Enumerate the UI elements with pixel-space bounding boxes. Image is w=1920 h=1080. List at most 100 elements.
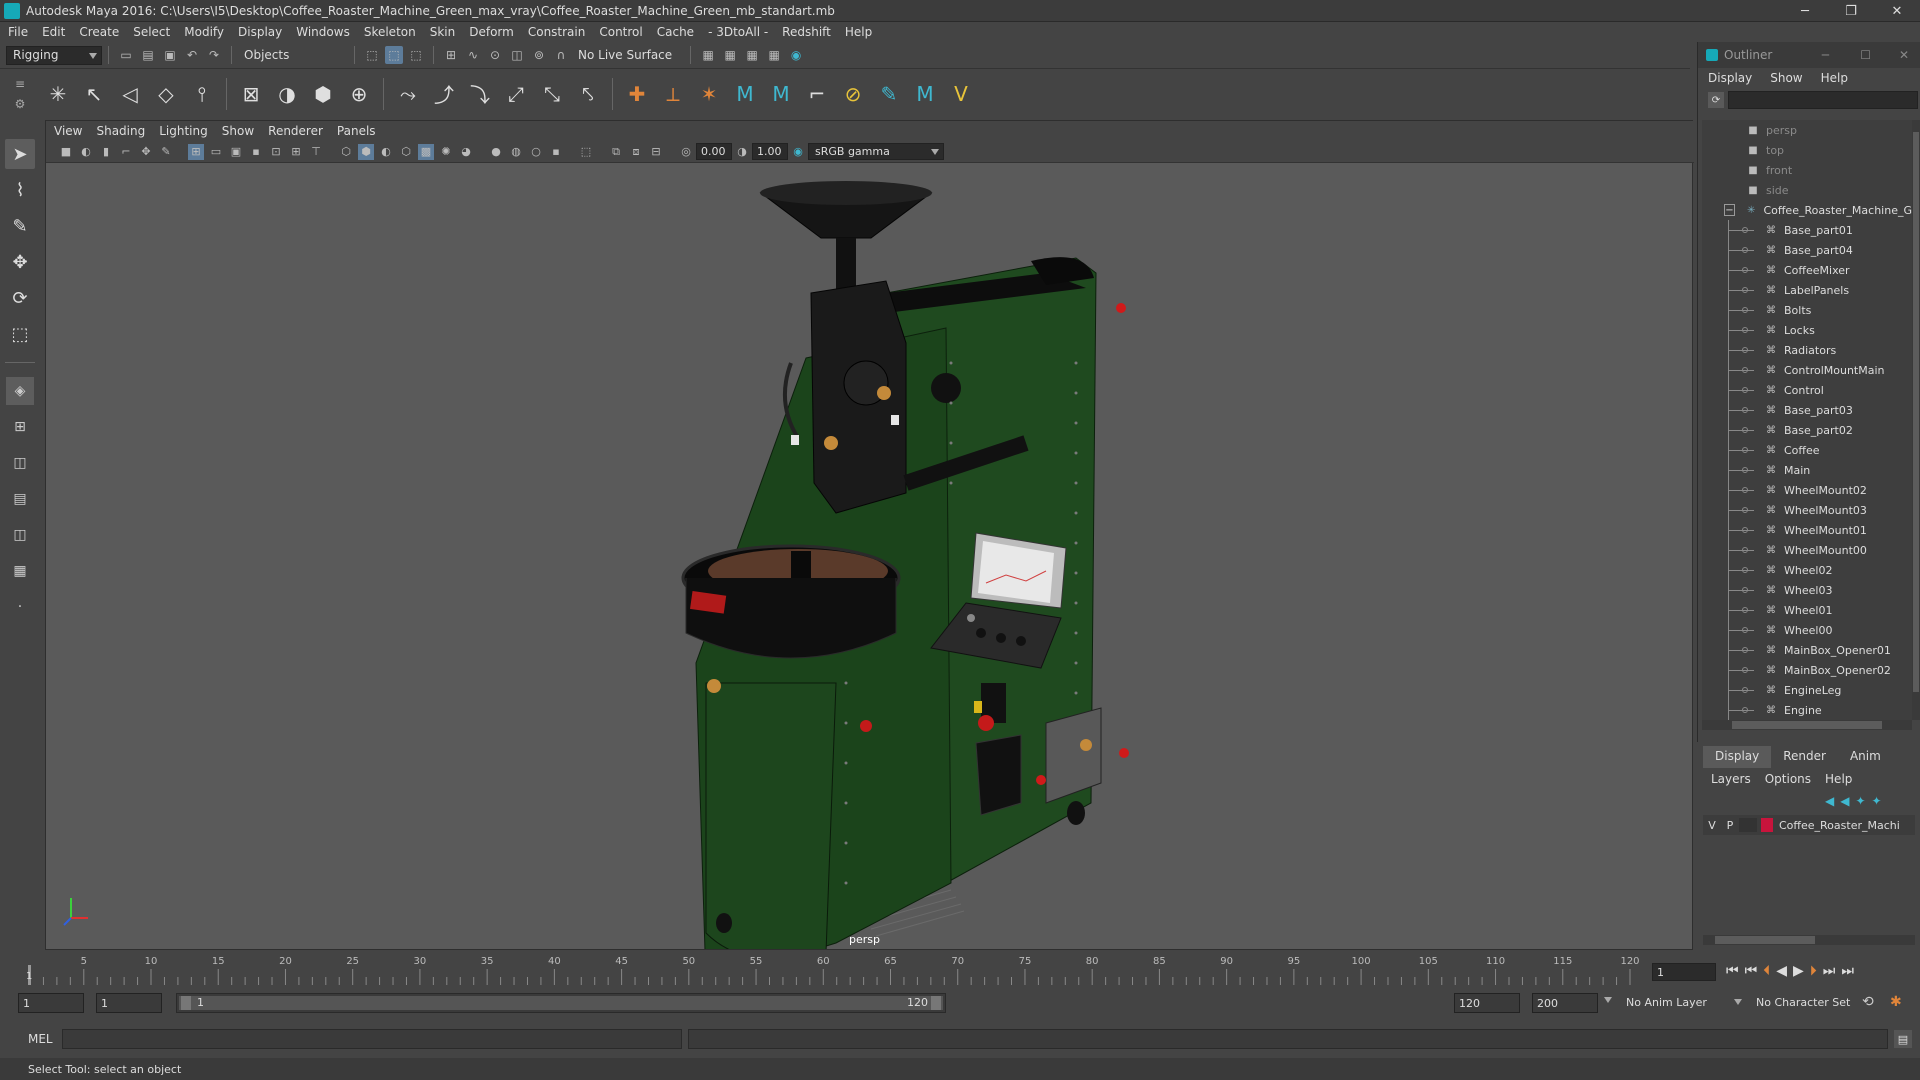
skeleton-icon[interactable]: ✶ bbox=[694, 79, 724, 109]
outliner-minimize-icon[interactable]: ─ bbox=[1822, 48, 1829, 62]
camera-select-icon[interactable]: ■ bbox=[58, 144, 74, 160]
maximize-button[interactable]: ❐ bbox=[1828, 0, 1874, 22]
tab-display[interactable]: Display bbox=[1703, 746, 1772, 768]
ik-handle-icon[interactable]: ↖ bbox=[79, 79, 109, 109]
snap-view-icon[interactable]: ◫ bbox=[508, 46, 526, 64]
layer-menu-layers[interactable]: Layers bbox=[1711, 772, 1751, 786]
tab-render[interactable]: Render bbox=[1771, 746, 1838, 768]
menu-constrain[interactable]: Constrain bbox=[528, 25, 586, 39]
orient-joint-icon[interactable]: ⫯ bbox=[187, 79, 217, 109]
outliner-item[interactable]: ⌘ MainBox_Opener01 bbox=[1702, 640, 1912, 660]
range-start-grip[interactable] bbox=[181, 996, 191, 1010]
motion-blur-icon[interactable]: ◍ bbox=[508, 144, 524, 160]
scale-constraint-icon[interactable]: ⤢ bbox=[501, 79, 531, 109]
range-slider-handle[interactable] bbox=[179, 996, 943, 1010]
outliner-item[interactable]: ⌘ Control bbox=[1702, 380, 1912, 400]
menu-edit[interactable]: Edit bbox=[42, 25, 65, 39]
anim-start-field[interactable]: 1 bbox=[18, 993, 84, 1013]
outliner-maximize-icon[interactable]: ☐ bbox=[1860, 48, 1871, 62]
shelf-tabs-toggle[interactable]: ≡ ⚙ bbox=[0, 69, 40, 119]
vp-menu-show[interactable]: Show bbox=[222, 124, 254, 138]
menu-cache[interactable]: Cache bbox=[657, 25, 694, 39]
textured-icon[interactable]: ▩ bbox=[418, 143, 434, 160]
scale-tool-icon[interactable]: ⬚ bbox=[5, 319, 35, 349]
ipr-render-icon[interactable]: ▦ bbox=[743, 46, 761, 64]
bind-skin-icon[interactable]: ⊠ bbox=[236, 79, 266, 109]
gate-mask-icon[interactable]: ▪ bbox=[248, 144, 264, 160]
time-slider[interactable]: 5 10 15 20 25 30 35 40 45 50 55 60 65 70 75 80 85 90 95 100… bbox=[0, 953, 1920, 987]
outliner-menu-help[interactable]: Help bbox=[1821, 71, 1848, 85]
antialias-icon[interactable]: ○ bbox=[528, 144, 544, 160]
ik-spline-icon[interactable]: ◁ bbox=[115, 79, 145, 109]
grid-icon[interactable]: ⊞ bbox=[188, 143, 204, 160]
outliner-camera-persp[interactable]: ■ persp bbox=[1702, 120, 1912, 140]
parent-constraint-icon[interactable]: ⤡ bbox=[537, 79, 567, 109]
menu-skin[interactable]: Skin bbox=[430, 25, 456, 39]
menu-select[interactable]: Select bbox=[133, 25, 170, 39]
resolution-gate-icon[interactable]: ▣ bbox=[228, 144, 244, 160]
layer-color-swatch[interactable] bbox=[1761, 818, 1773, 832]
script-editor-icon[interactable]: ▤ bbox=[1894, 1030, 1912, 1048]
outliner-item[interactable]: ⌘ Base_part03 bbox=[1702, 400, 1912, 420]
character-set-dropdown[interactable]: No Character Set bbox=[1756, 996, 1850, 1009]
outliner-item[interactable]: ⌘ WheelMount00 bbox=[1702, 540, 1912, 560]
close-button[interactable]: ✕ bbox=[1874, 0, 1920, 22]
outliner-item[interactable]: ⌘ WheelMount01 bbox=[1702, 520, 1912, 540]
lights-icon[interactable]: ✺ bbox=[438, 144, 454, 160]
play-forward-icon[interactable]: ▶ bbox=[1793, 963, 1804, 979]
hypershade-icon[interactable]: ◉ bbox=[787, 46, 805, 64]
layer-hscroll[interactable] bbox=[1703, 935, 1915, 945]
wireframe-on-shaded-icon[interactable]: ⬡ bbox=[398, 144, 414, 160]
render-frame-icon[interactable]: ▦ bbox=[699, 46, 717, 64]
render-settings-icon[interactable]: ▦ bbox=[765, 46, 783, 64]
go-end-icon[interactable]: ⏭ bbox=[1841, 963, 1854, 979]
playback-end-field[interactable]: 120 bbox=[1454, 993, 1520, 1013]
outliner-vscroll[interactable] bbox=[1912, 120, 1920, 720]
undo-icon[interactable]: ↶ bbox=[183, 46, 201, 64]
single-pane-icon[interactable]: ◈ bbox=[6, 377, 34, 405]
new-layer-icon[interactable]: ✦ bbox=[1855, 794, 1865, 808]
2d-pan-icon[interactable]: ✥ bbox=[138, 144, 154, 160]
anim-layer-caret-icon[interactable] bbox=[1734, 999, 1742, 1005]
xray-icon[interactable]: ⧉ bbox=[608, 144, 624, 160]
paint-select-icon[interactable]: ✎ bbox=[5, 211, 35, 241]
selection-mask-dropdown[interactable]: Objects bbox=[238, 45, 348, 65]
menu-file[interactable]: File bbox=[8, 25, 28, 39]
outliner-camera-top[interactable]: ■ top bbox=[1702, 140, 1912, 160]
open-scene-icon[interactable]: ▤ bbox=[139, 46, 157, 64]
menu-redshift[interactable]: Redshift bbox=[782, 25, 831, 39]
outliner-root-group[interactable]: − ✳ Coffee_Roaster_Machine_G bbox=[1702, 200, 1912, 220]
range-end-grip[interactable] bbox=[931, 996, 941, 1010]
hypershade-layout-icon[interactable]: ▦ bbox=[6, 557, 34, 585]
camera-attr-icon[interactable]: ◐ bbox=[78, 144, 94, 160]
minimize-button[interactable]: ─ bbox=[1782, 0, 1828, 22]
move-layer-up-icon[interactable]: ◀ bbox=[1825, 794, 1834, 808]
outliner-item[interactable]: ⌘ Base_part02 bbox=[1702, 420, 1912, 440]
default-material-icon[interactable]: ◐ bbox=[378, 144, 394, 160]
xray-joints-icon[interactable]: ⧈ bbox=[628, 144, 644, 160]
live-surface-label[interactable]: No Live Surface bbox=[578, 48, 672, 62]
anim-layer-dropdown[interactable]: No Anim Layer bbox=[1626, 996, 1707, 1009]
viewport-panel[interactable]: View Shading Lighting Show Renderer Pane… bbox=[45, 120, 1694, 950]
layer-type-toggle[interactable] bbox=[1739, 818, 1757, 832]
color-management-icon[interactable]: ◉ bbox=[790, 144, 806, 160]
outliner-close-icon[interactable]: ✕ bbox=[1899, 48, 1909, 62]
outliner-camera-side[interactable]: ■ side bbox=[1702, 180, 1912, 200]
cluster-icon[interactable]: ⊕ bbox=[344, 79, 374, 109]
outliner-item[interactable]: ⌘ Wheel00 bbox=[1702, 620, 1912, 640]
command-input[interactable] bbox=[62, 1029, 682, 1049]
v-icon[interactable]: V bbox=[946, 79, 976, 109]
paint-tool-icon[interactable]: ✎ bbox=[874, 79, 904, 109]
more-layouts-icon[interactable]: · bbox=[6, 593, 34, 621]
outliner-item[interactable]: ⌘ Base_part01 bbox=[1702, 220, 1912, 240]
go-start-icon[interactable]: ⏮ bbox=[1726, 963, 1739, 979]
menu-display[interactable]: Display bbox=[238, 25, 282, 39]
outliner-hscroll[interactable] bbox=[1702, 720, 1912, 730]
outliner-item[interactable]: ⌘ CoffeeMixer bbox=[1702, 260, 1912, 280]
isolate-select-icon[interactable]: ⬚ bbox=[578, 144, 594, 160]
outliner-item[interactable]: ⌘ Main bbox=[1702, 460, 1912, 480]
exposure-field[interactable]: 0.00 bbox=[696, 143, 732, 160]
maya-m-icon[interactable]: M bbox=[730, 79, 760, 109]
playback-start-field[interactable]: 1 bbox=[96, 993, 162, 1013]
vp-menu-shading[interactable]: Shading bbox=[96, 124, 145, 138]
